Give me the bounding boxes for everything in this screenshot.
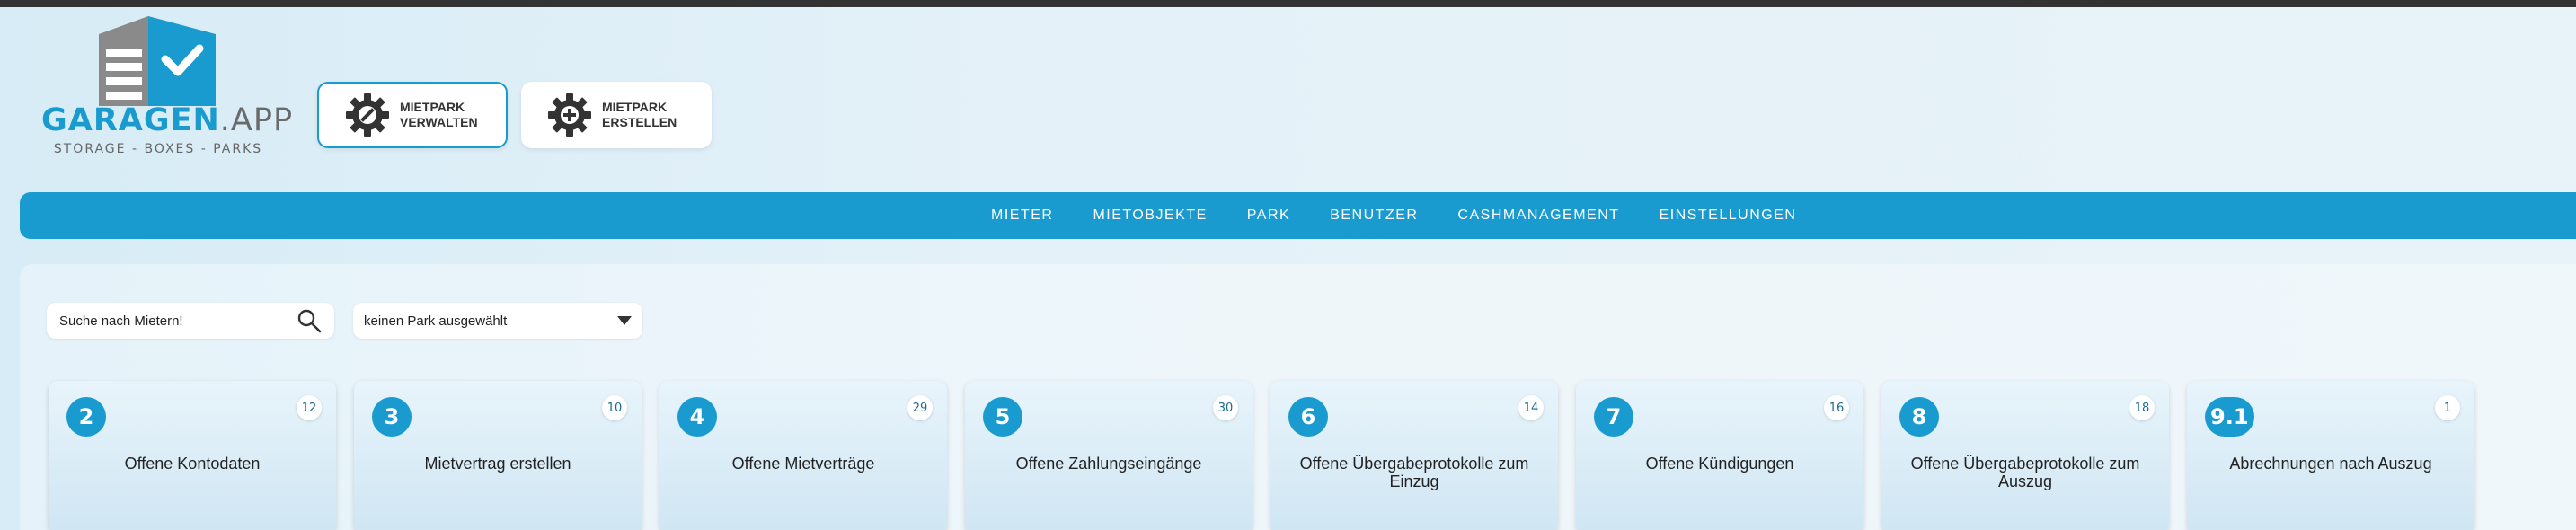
card-count-badge: 30 [1213, 395, 1238, 420]
mietpark-erstellen-button[interactable]: MIETPARK ERSTELLEN [521, 82, 712, 148]
card-step-number: 8 [1899, 397, 1939, 437]
card-step-number: 9.1 [2205, 397, 2254, 437]
park-select-value: keinen Park ausgewählt [364, 313, 508, 329]
task-card-offene-kuendigungen[interactable]: 7 16 Offene Kündigungen [1576, 381, 1863, 530]
card-title: Offene Kündigungen [1645, 455, 1794, 473]
nav-item-park[interactable]: PARK [1247, 208, 1290, 224]
mietpark-verwalten-label: MIETPARK VERWALTEN [400, 100, 478, 129]
card-count-badge: 1 [2435, 395, 2460, 420]
card-step-number: 4 [677, 397, 717, 437]
card-count-badge: 10 [602, 395, 627, 420]
logo-word-secondary: .APP [219, 102, 294, 138]
nav-item-benutzer[interactable]: BENUTZER [1330, 208, 1418, 224]
nav-item-cashmanagement[interactable]: CASHMANAGEMENT [1457, 208, 1619, 224]
tenant-search [47, 303, 334, 339]
card-count-badge: 16 [1824, 395, 1849, 420]
card-title: Abrechnungen nach Auszug [2229, 455, 2432, 473]
logo-tagline: STORAGE - BOXES - PARKS [53, 142, 263, 156]
park-select[interactable]: keinen Park ausgewählt [353, 303, 642, 339]
card-count-badge: 18 [2129, 395, 2155, 420]
card-title: Offene Zahlungseingänge [1015, 455, 1202, 473]
task-card-offene-mietvertraege[interactable]: 4 29 Offene Mietverträge [659, 381, 947, 530]
task-card-abrechnungen-nach-auszug[interactable]: 9.1 1 Abrechnungen nach Auszug [2187, 381, 2474, 530]
garage-building-icon [99, 16, 216, 106]
nav-item-einstellungen[interactable]: EINSTELLUNGEN [1660, 208, 1797, 224]
mietpark-verwalten-button[interactable]: MIETPARK VERWALTEN [317, 82, 508, 148]
garagen-app-logo[interactable]: GARAGEN.APP STORAGE - BOXES - PARKS [41, 16, 292, 160]
card-title: Offene Mietverträge [731, 455, 875, 473]
card-step-number: 2 [66, 397, 106, 437]
card-step-number: 7 [1594, 397, 1633, 437]
card-title: Mietvertrag erstellen [424, 455, 571, 473]
nav-item-mietobjekte[interactable]: MIETOBJEKTE [1093, 208, 1207, 224]
card-step-number: 3 [372, 397, 412, 437]
card-count-badge: 12 [297, 395, 322, 420]
card-title: Offene Übergabeprotokolle zum Auszug [1910, 455, 2140, 490]
search-icon[interactable] [297, 308, 322, 333]
card-step-number: 5 [983, 397, 1022, 437]
task-card-uebergabeprotokolle-auszug[interactable]: 8 18 Offene Übergabeprotokolle zum Auszu… [1881, 381, 2169, 530]
card-count-badge: 29 [907, 395, 933, 420]
task-cards: 2 12 Offene Kontodaten 3 10 Mietvertrag … [49, 381, 2492, 530]
task-card-offene-kontodaten[interactable]: 2 12 Offene Kontodaten [49, 381, 336, 530]
card-count-badge: 14 [1518, 395, 1544, 420]
logo-word-primary: GARAGEN [41, 102, 220, 138]
search-input[interactable] [59, 303, 293, 339]
mietpark-erstellen-label: MIETPARK ERSTELLEN [602, 100, 677, 129]
task-card-uebergabeprotokolle-einzug[interactable]: 6 14 Offene Übergabeprotokolle zum Einzu… [1270, 381, 1558, 530]
nav-item-mieter[interactable]: MIETER [991, 208, 1053, 224]
chevron-down-icon [617, 316, 632, 325]
gear-wrench-icon [346, 93, 389, 137]
main-nav: MIETER MIETOBJEKTE PARK BENUTZER CASHMAN… [20, 192, 2576, 239]
card-step-number: 6 [1288, 397, 1328, 437]
card-title: Offene Übergabeprotokolle zum Einzug [1299, 455, 1529, 490]
gear-plus-icon [548, 93, 591, 137]
top-dark-strip [0, 0, 2576, 7]
task-card-mietvertrag-erstellen[interactable]: 3 10 Mietvertrag erstellen [354, 381, 642, 530]
task-card-offene-zahlungseingaenge[interactable]: 5 30 Offene Zahlungseingänge [965, 381, 1253, 530]
logo-wordmark: GARAGEN.APP [41, 102, 292, 138]
card-title: Offene Kontodaten [124, 455, 261, 473]
